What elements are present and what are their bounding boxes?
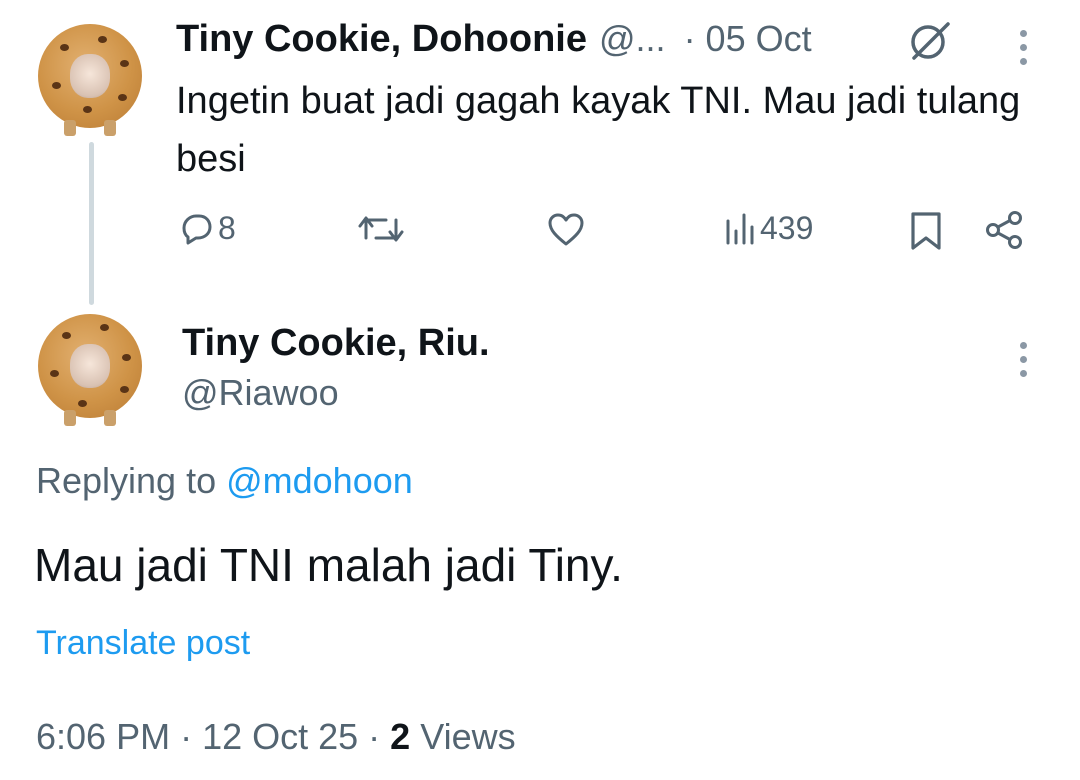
avatar-face bbox=[70, 54, 110, 98]
post-text: Ingetin buat jadi gagah kayak TNI. Mau j… bbox=[176, 80, 1021, 180]
post-time[interactable]: 6:06 PM bbox=[36, 716, 170, 757]
like-button[interactable] bbox=[546, 212, 586, 248]
translate-post-link[interactable]: Translate post bbox=[36, 624, 250, 663]
more-options-icon[interactable] bbox=[1019, 30, 1027, 65]
post-meta: 6:06 PM · 12 Oct 25 · 2 Views bbox=[36, 716, 516, 758]
post-text: Mau jadi TNI malah jadi Tiny. bbox=[34, 539, 623, 591]
separator: · bbox=[170, 716, 203, 757]
replying-to-link[interactable]: @mdohoon bbox=[226, 460, 413, 501]
views-icon bbox=[724, 211, 758, 247]
avatar-face bbox=[70, 344, 110, 388]
share-button[interactable] bbox=[984, 210, 1026, 250]
repost-icon bbox=[358, 212, 404, 246]
bookmark-icon bbox=[908, 210, 944, 252]
separator: · bbox=[358, 716, 391, 757]
more-options-icon[interactable] bbox=[1019, 342, 1027, 377]
replying-label: Replying to bbox=[36, 460, 227, 501]
views-button[interactable]: 439 bbox=[724, 210, 813, 247]
author-handle[interactable]: @Riawoo bbox=[182, 372, 339, 414]
avatar[interactable] bbox=[38, 24, 142, 136]
view-count[interactable]: 2 bbox=[390, 716, 410, 757]
replying-to: Replying to @mdohoon bbox=[36, 460, 413, 502]
bookmark-button[interactable] bbox=[908, 210, 944, 252]
heart-icon bbox=[546, 212, 586, 248]
avatar[interactable] bbox=[38, 314, 142, 426]
post-date[interactable]: · 05 Oct bbox=[684, 18, 812, 60]
post-date[interactable]: 12 Oct 25 bbox=[202, 716, 358, 757]
grok-icon[interactable] bbox=[904, 18, 954, 69]
reply-button[interactable]: 8 bbox=[178, 210, 236, 247]
reply-count: 8 bbox=[218, 210, 236, 246]
thread-line bbox=[89, 142, 94, 305]
repost-button[interactable] bbox=[358, 212, 404, 246]
author-name[interactable]: Tiny Cookie, Dohoonie bbox=[176, 18, 587, 61]
reply-icon bbox=[178, 212, 214, 246]
parent-post-header: Tiny Cookie, Dohoonie @... · 05 Oct bbox=[176, 18, 812, 61]
share-icon bbox=[984, 210, 1026, 250]
views-count: 439 bbox=[760, 210, 814, 246]
author-name[interactable]: Tiny Cookie, Riu. bbox=[182, 322, 490, 365]
author-handle[interactable]: @... bbox=[599, 18, 666, 60]
views-label[interactable]: Views bbox=[410, 716, 515, 757]
